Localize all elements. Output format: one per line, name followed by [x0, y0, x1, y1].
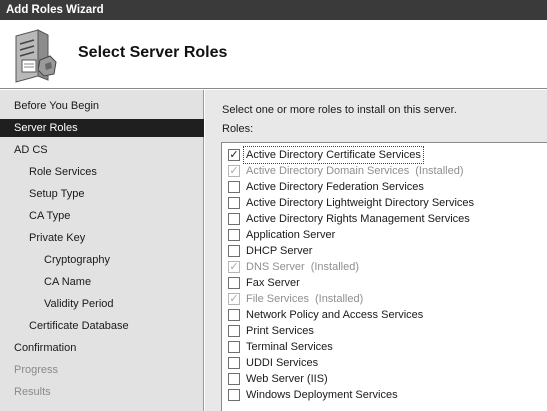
checkbox-unchecked[interactable] — [228, 341, 240, 353]
role-label: Active Directory Domain Services — [246, 165, 410, 177]
nav-step-ca-name[interactable]: CA Name — [0, 273, 204, 291]
wizard-step-sidebar: Before You Begin Server Roles AD CS Role… — [0, 90, 204, 411]
role-label: Application Server — [246, 229, 336, 241]
nav-step-setup-type[interactable]: Setup Type — [0, 185, 204, 203]
page-title: Select Server Roles — [78, 44, 228, 61]
checkbox-unchecked[interactable] — [228, 357, 240, 369]
roles-checklist[interactable]: ✓ Active Directory Certificate Services … — [221, 142, 547, 411]
nav-step-progress: Progress — [14, 364, 59, 376]
nav-step-ca-type[interactable]: CA Type — [0, 207, 204, 225]
checkbox-checked-disabled: ✓ — [228, 261, 240, 273]
checkbox-unchecked[interactable] — [228, 181, 240, 193]
window-title: Add Roles Wizard — [6, 4, 104, 16]
role-label: UDDI Services — [246, 357, 319, 369]
instruction-text: Select one or more roles to install on t… — [222, 104, 457, 116]
nav-step-ad-cs[interactable]: AD CS — [0, 141, 204, 159]
nav-step-results: Results — [14, 386, 51, 398]
role-label: DNS Server — [246, 261, 305, 273]
role-label: Windows Deployment Services — [246, 389, 398, 401]
nav-step-role-services[interactable]: Role Services — [0, 163, 204, 181]
nav-step-confirmation[interactable]: Confirmation — [0, 339, 204, 357]
role-label: Active Directory Certificate Services — [246, 149, 421, 161]
installed-note: (Installed) — [310, 261, 359, 273]
checkbox-unchecked[interactable] — [228, 229, 240, 241]
main-content: Select one or more roles to install on t… — [205, 90, 547, 411]
checkbox-unchecked[interactable] — [228, 309, 240, 321]
checkbox-unchecked[interactable] — [228, 325, 240, 337]
role-label: Active Directory Lightweight Directory S… — [246, 197, 475, 209]
role-label: Network Policy and Access Services — [246, 309, 424, 321]
role-label: DHCP Server — [246, 245, 313, 257]
role-label: Terminal Services — [246, 341, 333, 353]
roles-label: Roles: — [222, 123, 254, 135]
checkbox-unchecked[interactable] — [228, 213, 240, 225]
checkbox-unchecked[interactable] — [228, 373, 240, 385]
wizard-header: Select Server Roles — [0, 20, 547, 89]
checkbox-unchecked[interactable] — [228, 245, 240, 257]
nav-step-certificate-database[interactable]: Certificate Database — [0, 317, 204, 335]
checkbox-checked-disabled: ✓ — [228, 293, 240, 305]
role-label: File Services — [246, 293, 309, 305]
checkbox-unchecked[interactable] — [228, 277, 240, 289]
nav-step-server-roles[interactable]: Server Roles — [0, 119, 204, 137]
checkbox-unchecked[interactable] — [228, 197, 240, 209]
role-label: Web Server (IIS) — [246, 373, 328, 385]
nav-step-private-key[interactable]: Private Key — [0, 229, 204, 247]
role-label: Fax Server — [246, 277, 300, 289]
checkbox-checked-disabled: ✓ — [228, 165, 240, 177]
role-label: Active Directory Federation Services — [246, 181, 424, 193]
checkbox-unchecked[interactable] — [228, 389, 240, 401]
nav-step-validity-period[interactable]: Validity Period — [0, 295, 204, 313]
installed-note: (Installed) — [314, 293, 364, 305]
checkbox-checked[interactable]: ✓ — [228, 149, 240, 161]
server-roles-icon — [15, 29, 57, 83]
role-label: Active Directory Rights Management Servi… — [246, 213, 470, 225]
nav-step-before-you-begin[interactable]: Before You Begin — [0, 97, 204, 115]
nav-step-cryptography[interactable]: Cryptography — [0, 251, 204, 269]
role-label: Print Services — [246, 325, 314, 337]
window-titlebar: Add Roles Wizard — [0, 0, 547, 20]
installed-note: (Installed) — [415, 165, 464, 177]
